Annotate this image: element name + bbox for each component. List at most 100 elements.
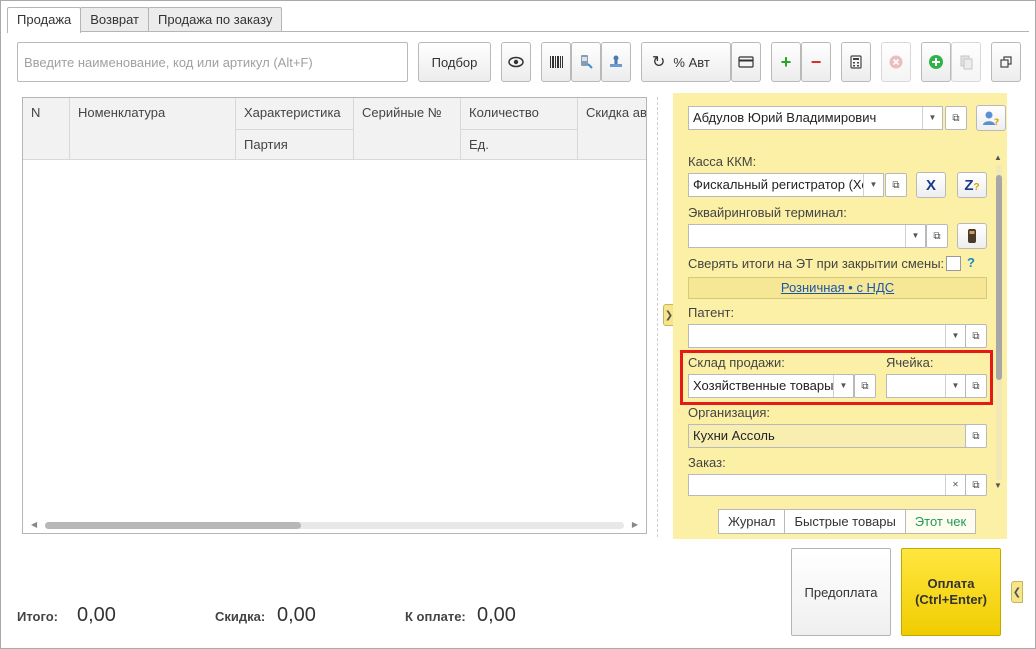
- tab-quick-goods[interactable]: Быстрые товары: [784, 509, 906, 534]
- org-label: Организация:: [688, 405, 771, 420]
- chevron-down-icon[interactable]: ▼: [863, 174, 883, 196]
- expand-icon: [1000, 56, 1012, 68]
- remove-row-button[interactable]: −: [801, 42, 831, 82]
- open-icon: ⧉: [933, 230, 941, 242]
- scroll-down-icon[interactable]: ▼: [994, 481, 1002, 490]
- kkm-label: Касса ККМ:: [688, 154, 757, 169]
- order-label: Заказ:: [688, 455, 726, 470]
- column-auto-discount[interactable]: Скидка ав: [578, 98, 646, 160]
- column-quantity[interactable]: Количество: [461, 98, 578, 129]
- panel-bottom-tabs: Журнал Быстрые товары Этот чек: [718, 509, 977, 534]
- kkm-field[interactable]: Фискальный регистратор (Хо ▼: [688, 173, 884, 197]
- minus-icon: −: [810, 51, 822, 72]
- tab-journal[interactable]: Журнал: [718, 509, 786, 534]
- column-n[interactable]: N: [23, 98, 70, 160]
- cashier-field[interactable]: Абдулов Юрий Владимирович ▼: [688, 106, 943, 130]
- chevron-down-icon[interactable]: ▼: [905, 225, 925, 247]
- terminal-button[interactable]: [957, 223, 987, 249]
- panel-splitter[interactable]: [657, 97, 658, 537]
- horizontal-scrollbar[interactable]: ◀ ▶: [23, 517, 646, 533]
- collapse-buttons-toggle[interactable]: ❮: [1011, 581, 1023, 603]
- acquiring-open-button[interactable]: ⧉: [926, 224, 948, 248]
- cancel-button[interactable]: [881, 42, 911, 82]
- price-type-box: Розничная • с НДС: [688, 277, 987, 299]
- cashier-value: Абдулов Юрий Владимирович: [693, 110, 877, 125]
- warehouse-highlight-box: [680, 350, 993, 405]
- order-open-button[interactable]: ⧉: [965, 474, 987, 496]
- tab-sale[interactable]: Продажа: [7, 7, 82, 33]
- discount-label: Скидка:: [215, 609, 266, 624]
- to-pay-label: К оплате:: [405, 609, 466, 624]
- pay-shortcut: (Ctrl+Enter): [915, 592, 987, 607]
- add-document-button[interactable]: [921, 42, 951, 82]
- tab-return[interactable]: Возврат: [80, 7, 150, 32]
- clear-icon[interactable]: ✕: [945, 475, 965, 495]
- tab-this-check[interactable]: Этот чек: [904, 509, 977, 534]
- expand-button[interactable]: [991, 42, 1021, 82]
- pay-label: Оплата: [927, 576, 975, 591]
- prepay-button[interactable]: Предоплата: [791, 548, 891, 636]
- panel-scrollbar[interactable]: ▲ ▼: [993, 153, 1005, 496]
- chevron-down-icon[interactable]: ▼: [945, 325, 965, 347]
- table-header: N Номенклатура Характеристика Партия Сер…: [23, 98, 646, 160]
- card-button[interactable]: [731, 42, 761, 82]
- tabs-divider: [7, 31, 1029, 32]
- acquiring-label: Эквайринговый терминал:: [688, 205, 847, 220]
- panel-scroll-thumb[interactable]: [996, 175, 1002, 380]
- order-field[interactable]: ✕: [688, 474, 966, 496]
- auto-discount-button[interactable]: ↻ % Авт: [641, 42, 731, 82]
- org-field[interactable]: Кухни Ассоль: [688, 424, 966, 448]
- scroll-thumb[interactable]: [45, 522, 301, 529]
- pay-button[interactable]: Оплата (Ctrl+Enter): [901, 548, 1001, 636]
- plus-icon: +: [780, 51, 792, 72]
- scroll-up-icon[interactable]: ▲: [994, 153, 1002, 162]
- to-pay-value: 0,00: [477, 604, 516, 626]
- scanner-button[interactable]: [571, 42, 601, 82]
- copy-document-button[interactable]: [951, 42, 981, 82]
- org-value: Кухни Ассоль: [693, 428, 775, 443]
- z-report-button[interactable]: Z?: [957, 172, 987, 198]
- barcode-button[interactable]: [541, 42, 571, 82]
- stamp-button[interactable]: [601, 42, 631, 82]
- calculator-icon: [850, 55, 862, 69]
- calculator-button[interactable]: [841, 42, 871, 82]
- reconcile-label: Сверять итоги на ЭТ при закрытии смены:: [688, 256, 945, 271]
- chevron-right-icon: ❯: [664, 309, 674, 321]
- chevron-down-icon[interactable]: ▼: [922, 107, 942, 129]
- column-characteristic[interactable]: Характеристика: [236, 98, 354, 129]
- cashier-open-button[interactable]: ⧉: [945, 106, 967, 130]
- total-label: Итого:: [17, 609, 58, 624]
- user-button[interactable]: ?: [976, 105, 1006, 131]
- column-unit[interactable]: Ед.: [461, 129, 578, 160]
- scroll-left-icon[interactable]: ◀: [31, 520, 37, 529]
- org-open-button[interactable]: ⧉: [965, 424, 987, 448]
- price-type-link[interactable]: Розничная • с НДС: [781, 280, 894, 295]
- scroll-right-icon[interactable]: ▶: [632, 520, 638, 529]
- add-row-button[interactable]: +: [771, 42, 801, 82]
- tab-sale-by-order[interactable]: Продажа по заказу: [148, 7, 283, 32]
- select-button[interactable]: Подбор: [418, 42, 491, 82]
- kkm-open-button[interactable]: ⧉: [885, 173, 907, 197]
- acquiring-field[interactable]: ▼: [688, 224, 926, 248]
- refresh-icon: ↻: [652, 54, 666, 71]
- column-nomenclature[interactable]: Номенклатура: [70, 98, 236, 160]
- barcode-icon: [550, 56, 563, 68]
- column-serial[interactable]: Серийные №: [354, 98, 461, 160]
- column-batch[interactable]: Партия: [236, 129, 354, 160]
- x-report-icon: X: [925, 176, 936, 194]
- reconcile-help-icon[interactable]: ?: [967, 255, 975, 270]
- copy-doc-icon: [960, 55, 973, 70]
- goods-table[interactable]: N Номенклатура Характеристика Партия Сер…: [22, 97, 647, 534]
- patent-open-button[interactable]: ⧉: [965, 324, 987, 348]
- patent-label: Патент:: [688, 305, 735, 320]
- x-report-button[interactable]: X: [916, 172, 946, 198]
- svg-text:?: ?: [994, 118, 999, 126]
- view-button[interactable]: [501, 42, 531, 82]
- document-tabs: Продажа Возврат Продажа по заказу: [7, 7, 283, 33]
- total-value: 0,00: [77, 604, 116, 626]
- search-input[interactable]: [17, 42, 408, 82]
- patent-field[interactable]: ▼: [688, 324, 966, 348]
- reconcile-checkbox[interactable]: [946, 256, 961, 271]
- stamp-icon: [610, 55, 622, 67]
- discount-value: 0,00: [277, 604, 316, 626]
